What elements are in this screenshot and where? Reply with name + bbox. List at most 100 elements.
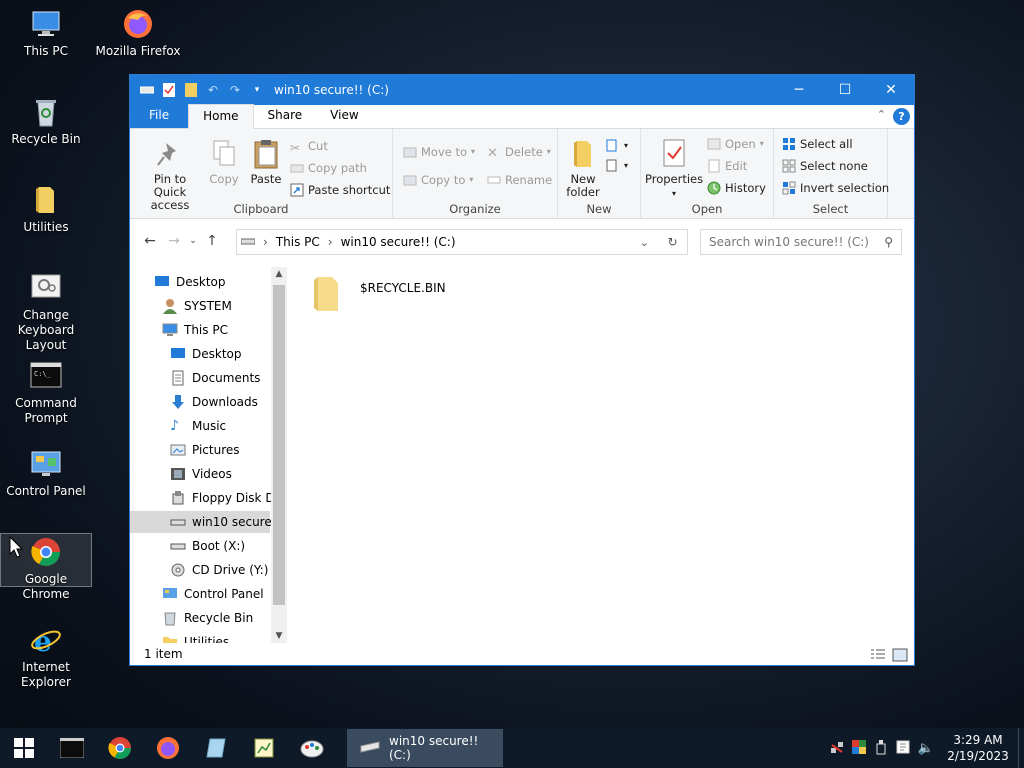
properties-quick-icon[interactable] [160,81,178,99]
volume-muted-icon[interactable]: 🔈 [914,741,938,756]
desktop-icon-label: Command Prompt [15,396,77,425]
move-to-button[interactable]: Move to ▾ [403,143,475,161]
details-view-icon[interactable] [870,647,886,669]
nav-item-win10-secure-drive[interactable]: win10 secure!! [170,511,281,533]
desktop-icon-utilities[interactable]: Utilities [0,184,92,235]
tab-file[interactable]: File [130,104,189,128]
music-note-icon: ♪ [170,418,179,434]
nav-item-music[interactable]: ♪ Music [170,415,226,437]
taskbar-app-tablet[interactable] [192,728,240,768]
desktop-icon-control-panel[interactable]: Control Panel [0,448,92,499]
desktop-icon-firefox[interactable]: Mozilla Firefox [92,8,184,59]
up-button[interactable]: ↑ [200,233,224,249]
taskbar-window-title: win10 secure!! (C:) [389,734,479,762]
taskbar-firefox[interactable] [144,728,192,768]
new-item-button[interactable]: ▾ [606,137,628,155]
nav-pane-scrollbar[interactable]: ▲ ▼ [271,267,287,643]
forward-button[interactable]: → [162,233,186,249]
nav-item-boot-drive[interactable]: Boot (X:) [170,535,245,557]
new-folder-quick-icon[interactable] [182,81,200,99]
nav-item-desktop[interactable]: Desktop [170,343,242,365]
tab-home[interactable]: Home [188,104,254,129]
select-all-button[interactable]: Select all [782,135,853,153]
cut-button[interactable]: ✂ Cut [290,137,328,155]
paste-shortcut-button[interactable]: Paste shortcut [290,181,390,199]
help-button[interactable]: ? [893,108,910,125]
nav-item-this-pc[interactable]: This PC [162,319,228,341]
breadcrumb-current-drive[interactable]: win10 secure!! (C:) [341,235,456,249]
scrollbar-thumb[interactable] [273,285,285,605]
color-display-icon[interactable] [848,739,870,758]
search-input[interactable]: Search win10 secure!! (C:) ⚲ [700,229,902,255]
nav-item-documents[interactable]: Documents [170,367,260,389]
breadcrumb-separator-icon: › [263,235,268,249]
nav-item-recycle-bin[interactable]: Recycle Bin [162,607,253,629]
desktop-icon-command-prompt[interactable]: C:\_ Command Prompt [0,360,92,426]
edit-button[interactable]: Edit [707,157,747,175]
select-group: Select all Select none Invert selection … [774,129,889,218]
refresh-button[interactable]: ↻ [658,229,688,255]
nav-item-cd-drive[interactable]: CD Drive (Y:) H [170,559,281,581]
breadcrumb-separator-icon: › [327,235,333,249]
taskbar-app-paint[interactable] [288,728,336,768]
taskbar-chrome[interactable] [96,728,144,768]
show-desktop-button[interactable] [1018,728,1024,768]
paste-shortcut-icon [290,183,304,197]
close-button[interactable]: ✕ [868,75,914,105]
nav-item-floppy-disk[interactable]: Floppy Disk Dri [170,487,283,509]
tab-view[interactable]: View [316,104,372,128]
copy-button[interactable]: Copy [206,139,242,186]
rename-button[interactable]: Rename [487,171,552,189]
scroll-down-icon[interactable]: ▼ [271,631,287,641]
file-name: $RECYCLE.BIN [360,280,446,295]
copy-to-button[interactable]: Copy to ▾ [403,171,473,189]
select-none-button[interactable]: Select none [782,157,868,175]
taskbar-explorer-window[interactable]: win10 secure!! (C:) [347,729,503,767]
usb-device-icon[interactable] [870,739,892,758]
tab-share[interactable]: Share [254,104,317,128]
clock-time: 3:29 AM [953,733,1003,747]
desktop-icon-label: Change Keyboard Layout [17,308,75,352]
easy-access-button[interactable]: ▾ [606,157,628,175]
desktop-icon-this-pc[interactable]: This PC [0,8,92,59]
large-icons-view-icon[interactable] [892,647,908,669]
nav-item-downloads[interactable]: Downloads [170,391,258,413]
maximize-button[interactable]: ☐ [822,75,868,105]
collapse-ribbon-icon[interactable]: ⌃ [877,108,886,121]
network-icon[interactable] [826,739,848,758]
nav-item-desktop-root[interactable]: Desktop [154,271,226,293]
redo-icon[interactable]: ↷ [226,81,244,99]
address-dropdown-icon[interactable]: ⌄ [640,236,649,249]
battery-icon[interactable] [892,739,914,758]
file-item[interactable]: $RECYCLE.BIN [310,275,446,316]
undo-icon[interactable]: ↶ [204,81,222,99]
nav-item-utilities[interactable]: Utilities [162,631,229,643]
taskbar-command-prompt[interactable] [48,728,96,768]
title-bar[interactable]: ↶ ↷ ▾ win10 secure!! (C:) ─ ☐ ✕ [130,75,914,105]
back-button[interactable]: ← [138,233,162,249]
open-button[interactable]: Open ▾ [707,135,764,153]
history-button[interactable]: History [707,179,766,197]
breadcrumb-this-pc[interactable]: This PC [276,235,320,249]
scroll-up-icon[interactable]: ▲ [271,269,287,279]
paste-button[interactable]: Paste [248,139,284,186]
nav-item-videos[interactable]: Videos [170,463,232,485]
address-bar[interactable]: › This PC › win10 secure!! (C:) ⌄ [236,229,688,255]
desktop-icon-change-keyboard-layout[interactable]: Change Keyboard Layout [0,272,92,353]
recent-locations-button[interactable]: ⌄ [186,236,200,246]
start-button[interactable] [0,728,48,768]
nav-item-system[interactable]: SYSTEM [162,295,232,317]
invert-selection-button[interactable]: Invert selection [782,179,889,197]
clock[interactable]: 3:29 AM 2/19/2023 [938,732,1018,764]
delete-button[interactable]: ✕ Delete ▾ [487,143,551,161]
properties-button[interactable]: Properties ▾ [645,139,703,200]
copy-path-button[interactable]: Copy path [290,159,367,177]
nav-item-pictures[interactable]: Pictures [170,439,240,461]
desktop-icon-recycle-bin[interactable]: Recycle Bin [0,96,92,147]
minimize-button[interactable]: ─ [776,75,822,105]
taskbar-app-notepad[interactable] [240,728,288,768]
customize-quick-access-icon[interactable]: ▾ [248,81,266,99]
desktop-icon-internet-explorer[interactable]: e Internet Explorer [0,624,92,690]
new-folder-button[interactable]: New folder [562,139,604,199]
nav-item-control-panel[interactable]: Control Panel [162,583,264,605]
